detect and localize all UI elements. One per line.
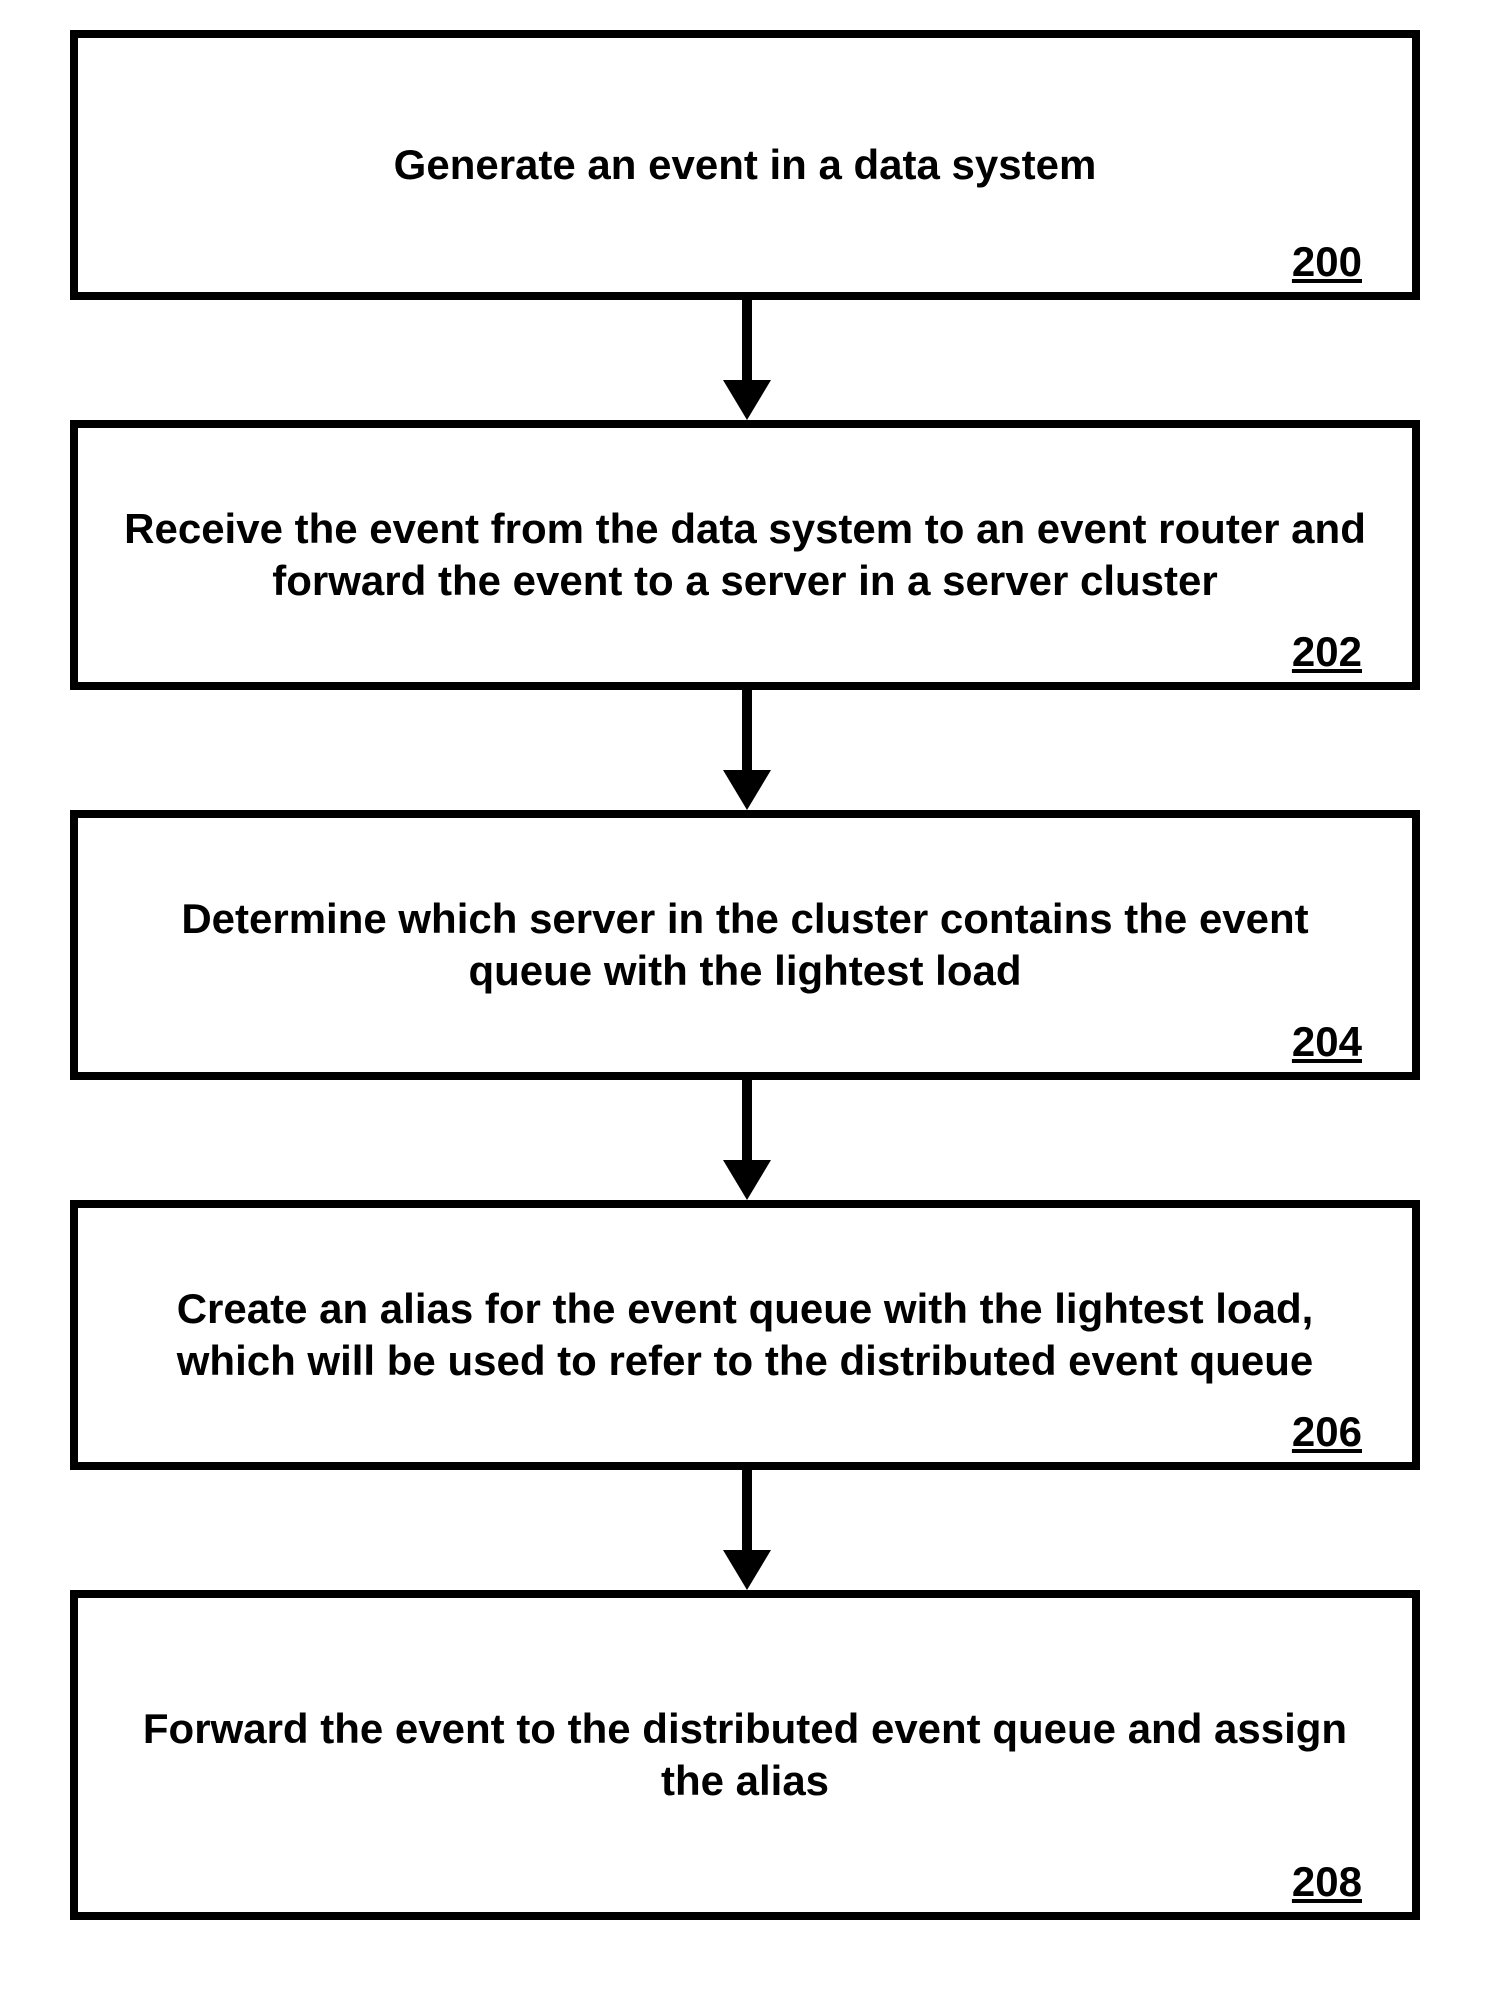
- step-ref: 204: [1292, 1018, 1362, 1066]
- flowchart-step: Create an alias for the event queue with…: [70, 1200, 1420, 1470]
- arrow-down-icon: [717, 1080, 777, 1200]
- flowchart-step: Forward the event to the distributed eve…: [70, 1590, 1420, 1920]
- flowchart-step: Receive the event from the data system t…: [70, 420, 1420, 690]
- step-ref: 200: [1292, 238, 1362, 286]
- arrow-down-icon: [717, 300, 777, 420]
- step-ref: 206: [1292, 1408, 1362, 1456]
- arrow-down-icon: [717, 1470, 777, 1590]
- flowchart-step: Determine which server in the cluster co…: [70, 810, 1420, 1080]
- step-label: Forward the event to the distributed eve…: [118, 1703, 1372, 1808]
- flowchart-canvas: Generate an event in a data system 200 R…: [0, 0, 1493, 2016]
- step-label: Create an alias for the event queue with…: [118, 1283, 1372, 1388]
- step-label: Receive the event from the data system t…: [118, 503, 1372, 608]
- step-label: Generate an event in a data system: [394, 139, 1097, 192]
- step-ref: 208: [1292, 1858, 1362, 1906]
- flowchart-step: Generate an event in a data system 200: [70, 30, 1420, 300]
- step-label: Determine which server in the cluster co…: [118, 893, 1372, 998]
- arrow-down-icon: [717, 690, 777, 810]
- step-ref: 202: [1292, 628, 1362, 676]
